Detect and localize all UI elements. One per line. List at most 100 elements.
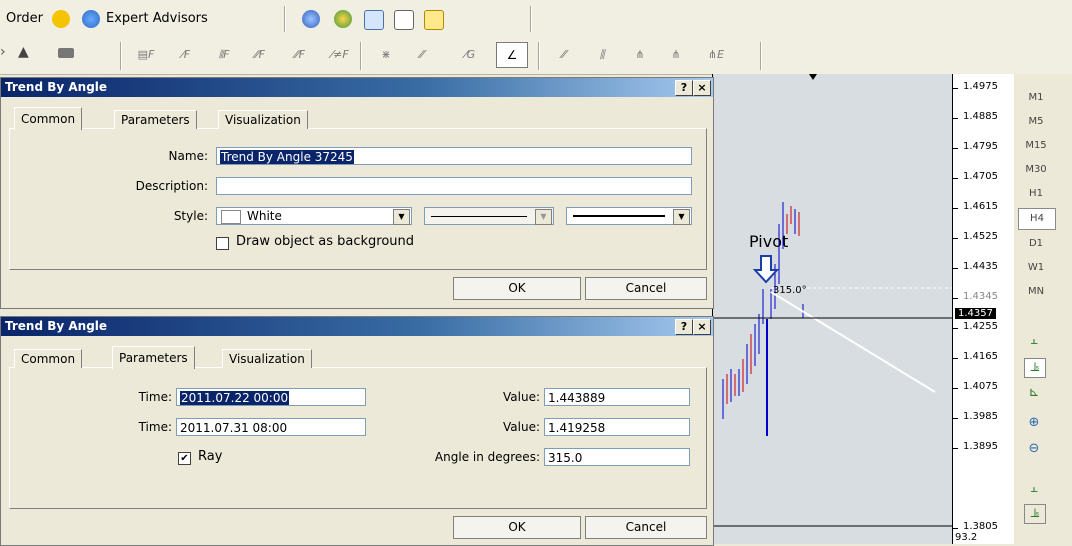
expert-advisors-button[interactable]: Expert Advisors	[106, 11, 208, 26]
window-icon[interactable]	[364, 10, 384, 30]
ok-button[interactable]: OK	[453, 277, 581, 300]
order-icon[interactable]	[52, 10, 70, 28]
toolbar-separator	[284, 6, 286, 32]
price-label: 1.3805	[963, 521, 998, 532]
print-icon[interactable]	[394, 10, 414, 30]
cycle-lines-icon[interactable]: ⫼	[592, 47, 612, 63]
order-button[interactable]: Order	[6, 11, 43, 26]
help-button[interactable]: ?	[675, 80, 693, 96]
chevron-down-icon[interactable]: ▼	[393, 209, 410, 225]
price-label: 1.4255	[963, 321, 998, 332]
tf-m5[interactable]: M5	[1018, 112, 1054, 132]
name-field[interactable]: Trend By Angle 37245	[216, 147, 692, 165]
tf-h1[interactable]: H1	[1018, 184, 1054, 204]
background-checkbox[interactable]	[216, 237, 229, 250]
period-separator-icon[interactable]: ⫠	[1024, 332, 1044, 350]
fibo-timezones-icon[interactable]: ⫴F	[214, 47, 234, 63]
tab-common[interactable]: Common	[14, 107, 83, 130]
channel-icon[interactable]: ⁄⁄	[554, 47, 574, 63]
trend-by-angle-line[interactable]	[770, 291, 936, 393]
price-label: 1.4885	[963, 111, 998, 122]
close-button[interactable]: ×	[693, 80, 711, 96]
zoom-in-icon[interactable]: ⊕	[1024, 414, 1044, 432]
color-select[interactable]: White ▼	[216, 207, 412, 225]
zoom-out-icon[interactable]: ⊖	[1024, 440, 1044, 458]
elliott-wave-icon[interactable]: ⋔E	[706, 47, 726, 63]
help-button[interactable]: ?	[675, 319, 693, 335]
toolbar-separator	[360, 42, 362, 70]
gann-line-icon[interactable]: ⁄G	[460, 47, 480, 63]
time1-field[interactable]: 2011.07.22 00:00	[176, 388, 366, 406]
help-icon[interactable]	[302, 10, 320, 28]
chevron-down-icon[interactable]: ▼	[673, 209, 690, 225]
rectangle-icon[interactable]	[58, 48, 74, 58]
tab-visualization[interactable]: Visualization	[222, 349, 312, 368]
fibo-fan-icon[interactable]: ⁄⁄F	[250, 47, 270, 63]
line-style-select[interactable]: ▼	[424, 207, 554, 225]
tf-w1[interactable]: W1	[1018, 258, 1054, 278]
close-button[interactable]: ×	[693, 319, 711, 335]
tf-m1[interactable]: M1	[1018, 88, 1054, 108]
autoscroll-icon[interactable]: ⊾	[1024, 384, 1044, 402]
price-label: 1.4525	[963, 231, 998, 242]
main-toolbar: Order Expert Advisors	[0, 0, 1072, 39]
price-axis: 1.4975 1.4885 1.4795 1.4705 1.4615 1.452…	[952, 74, 1015, 544]
indicator-value: 93.2	[955, 532, 978, 543]
tf-mn[interactable]: MN	[1018, 282, 1054, 302]
cancel-button[interactable]: Cancel	[585, 277, 707, 300]
ok-button[interactable]: OK	[453, 516, 581, 539]
people-icon[interactable]	[334, 10, 352, 28]
folder-icon[interactable]	[424, 10, 444, 30]
tf-m30[interactable]: M30	[1018, 160, 1054, 180]
angle-field[interactable]: 315.0	[544, 448, 690, 466]
chevron-down-icon[interactable]: ▼	[535, 209, 552, 225]
price-label: 1.4975	[963, 81, 998, 92]
tf-d1[interactable]: D1	[1018, 234, 1054, 254]
fibo-expansion-icon[interactable]: ⁄≠F	[330, 47, 350, 63]
value-label: Value:	[503, 420, 540, 434]
andrews-pitchfork-icon[interactable]: ⋔	[630, 47, 650, 63]
arrow-up-icon[interactable]: ▲	[18, 44, 29, 60]
value1-field[interactable]: 1.443889	[544, 388, 690, 406]
tf-m15[interactable]: M15	[1018, 136, 1054, 156]
candlestick-icon[interactable]: ⫡	[1024, 504, 1046, 524]
dialog-titlebar[interactable]: Trend By Angle ? ×	[1, 78, 713, 97]
fibo-retracement-icon[interactable]: ▤F	[136, 47, 156, 63]
gann-grid-icon[interactable]: ⋇	[376, 47, 396, 63]
tf-h4[interactable]: H4	[1018, 208, 1056, 230]
tab-parameters[interactable]: Parameters	[112, 346, 195, 369]
price-label: 1.4075	[963, 381, 998, 392]
price-label: 1.3985	[963, 411, 998, 422]
gann-fan-icon[interactable]: ⁄⁄	[412, 47, 432, 63]
tab-panel: Common Parameters Visualization Time: 20…	[9, 346, 707, 509]
toolbar-separator	[120, 42, 122, 70]
chart-canvas	[713, 74, 953, 527]
price-label: 1.4345	[963, 291, 998, 302]
tab-common[interactable]: Common	[14, 349, 83, 368]
description-field[interactable]	[216, 177, 692, 195]
dialog-title: Trend By Angle	[5, 319, 108, 333]
time2-field[interactable]: 2011.07.31 08:00	[176, 418, 366, 436]
pivot-arrow-icon	[752, 255, 780, 284]
bar-chart-icon[interactable]: ⫠	[1024, 480, 1044, 498]
chart-shift-icon[interactable]: ⫡	[1024, 358, 1046, 378]
tab-visualization[interactable]: Visualization	[218, 110, 308, 129]
toolbar-separator	[760, 42, 762, 70]
ray-checkbox[interactable]: ✔	[178, 452, 191, 465]
toolbar-grip-icon: ›	[0, 44, 6, 60]
tab-parameters[interactable]: Parameters	[114, 110, 197, 129]
fibo-channel-icon[interactable]: ⁄F	[176, 47, 196, 63]
fibo-arcs-icon[interactable]: ⁄⁄F	[290, 47, 310, 63]
price-label: 1.3895	[963, 441, 998, 452]
timeframe-panel: M1 M5 M15 M30 H1 H4 D1 W1 MN ⫠ ⫡ ⊾ ⊕ ⊖ ⫠…	[1014, 74, 1072, 544]
regression-icon[interactable]: ⋔	[666, 47, 686, 63]
value2-field[interactable]: 1.419258	[544, 418, 690, 436]
dialog-titlebar[interactable]: Trend By Angle ? ×	[1, 317, 713, 336]
expert-advisors-icon[interactable]	[82, 10, 100, 28]
price-chart[interactable]: Pivot 315.0°	[712, 74, 953, 544]
toolbar-separator	[530, 6, 532, 32]
line-width-select[interactable]: ▼	[566, 207, 692, 225]
trend-by-angle-icon[interactable]: ∠	[496, 42, 528, 68]
color-select-value: White	[247, 209, 282, 223]
cancel-button[interactable]: Cancel	[585, 516, 707, 539]
